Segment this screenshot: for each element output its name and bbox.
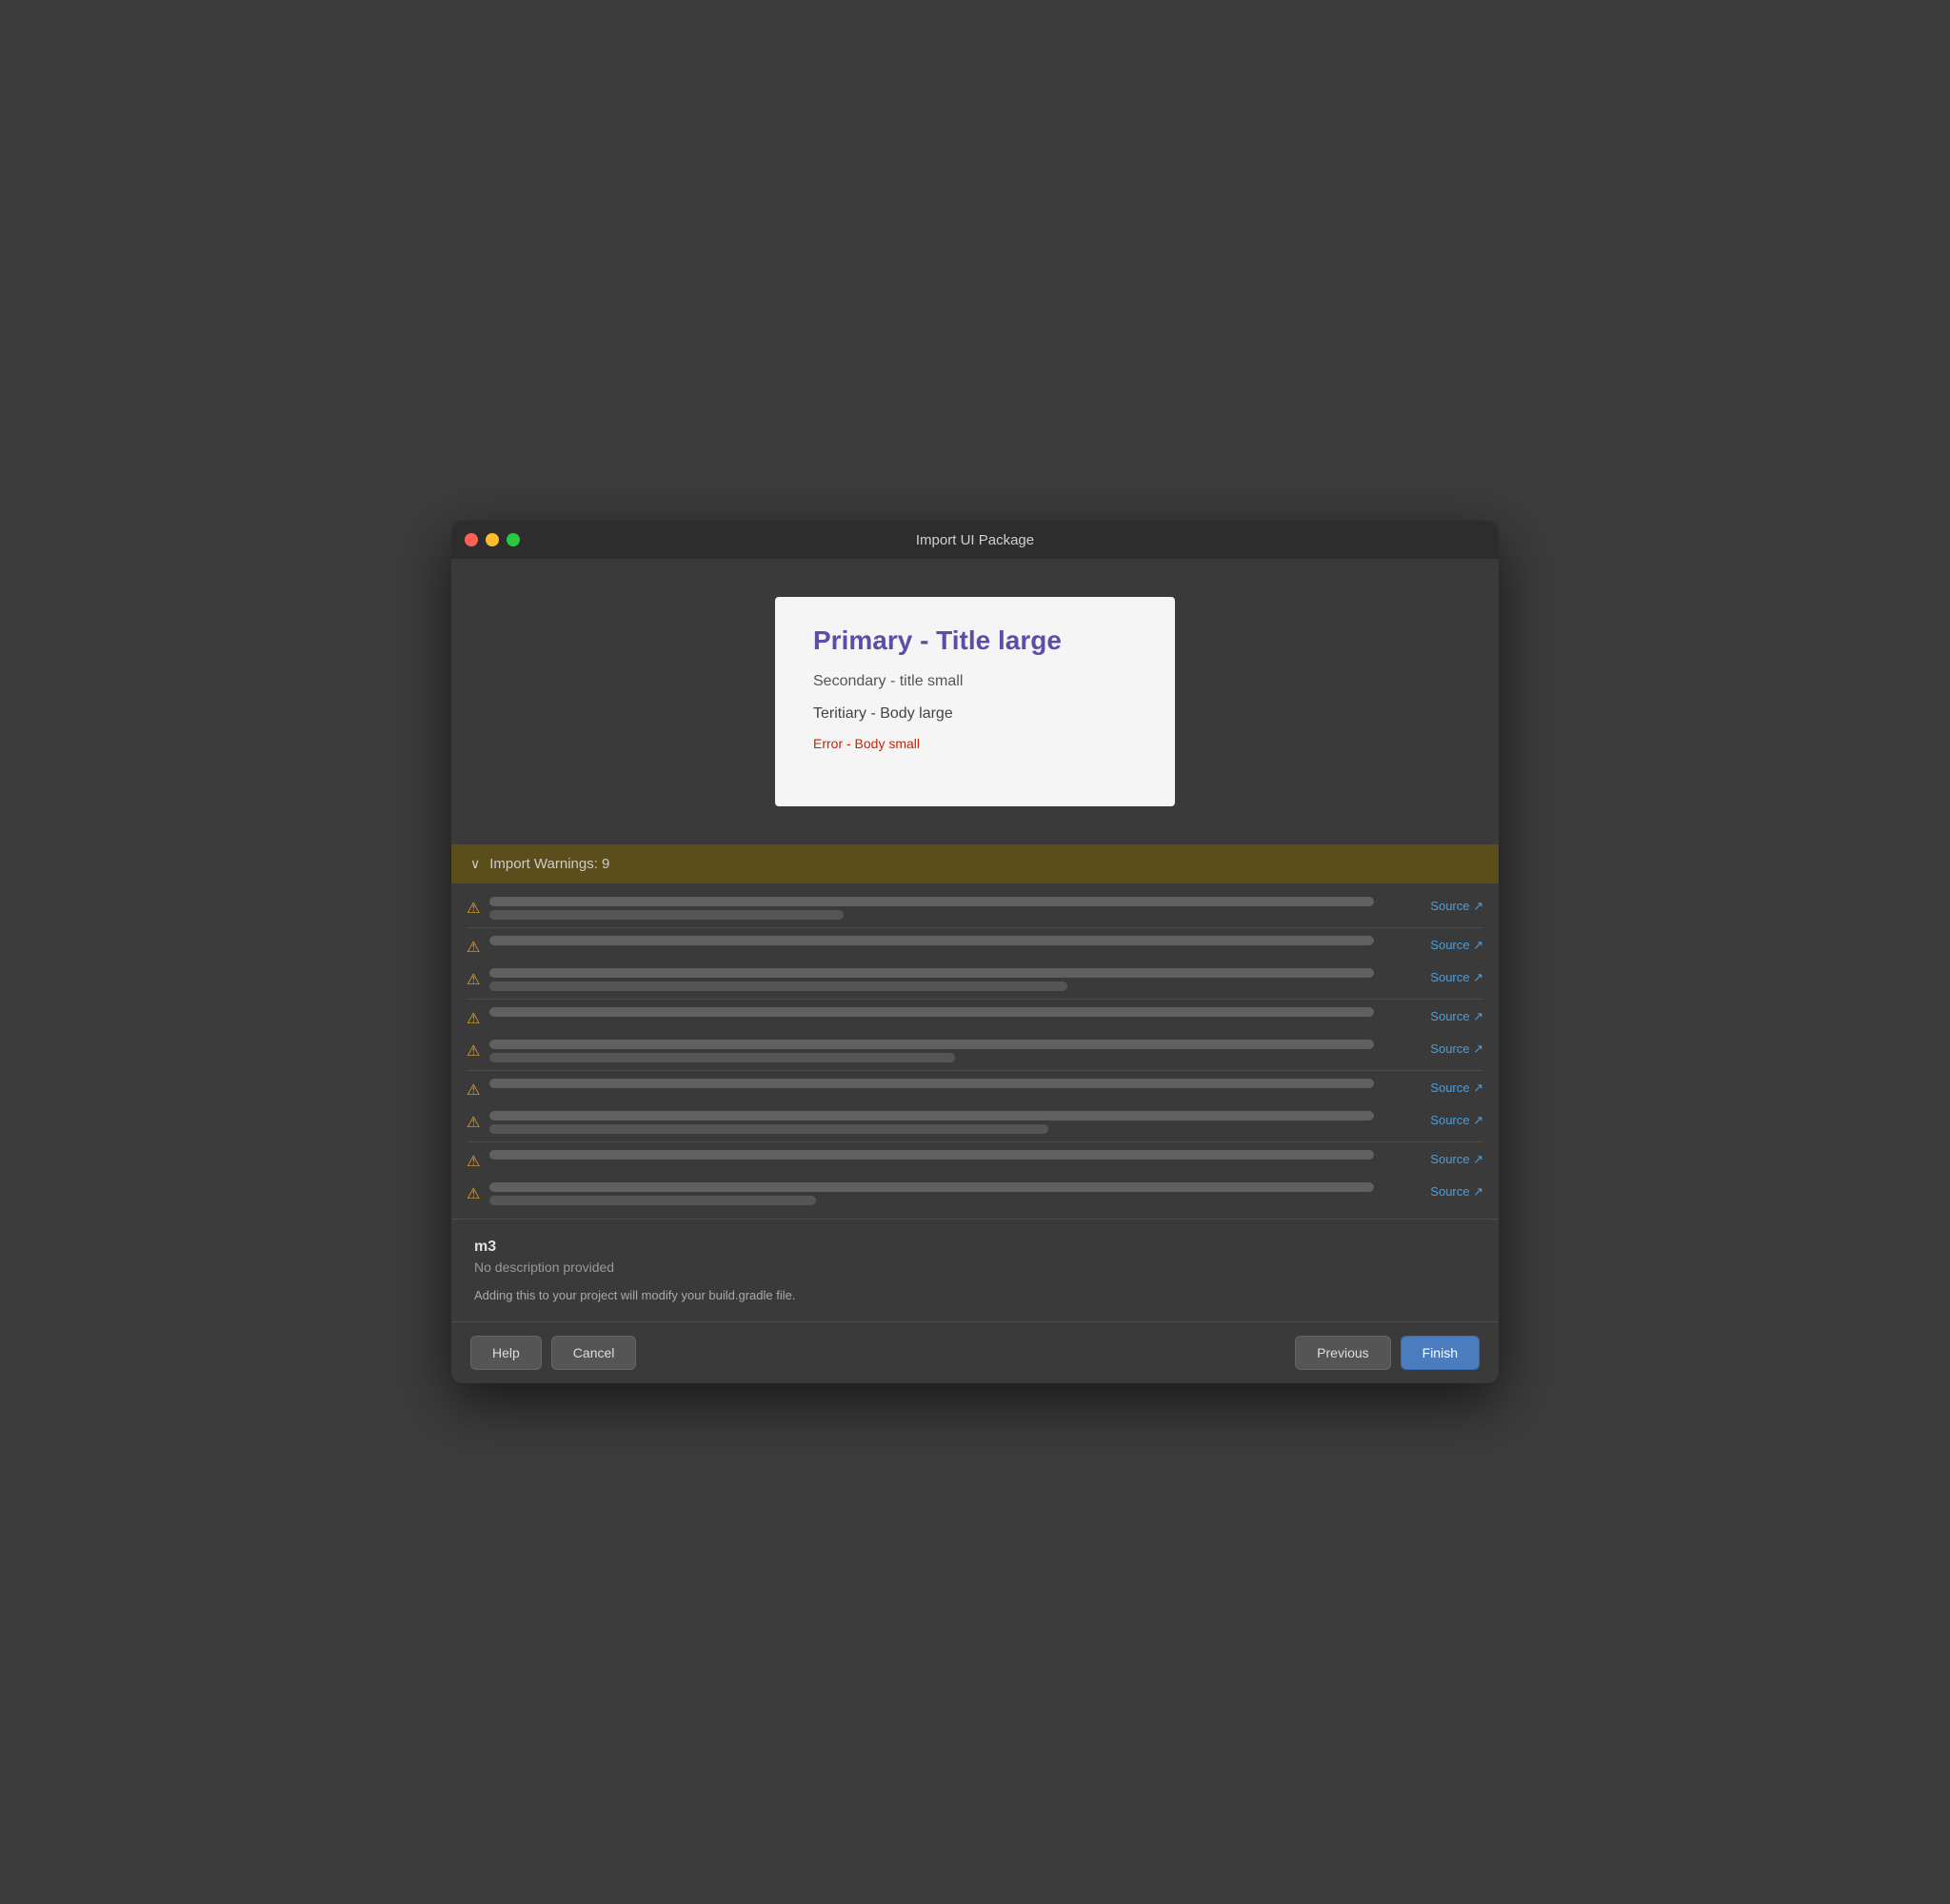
warning-bar-main	[489, 1111, 1374, 1121]
warning-icon: ⚠	[467, 1009, 480, 1028]
finish-button[interactable]: Finish	[1401, 1336, 1480, 1370]
warning-content	[489, 1040, 1421, 1062]
info-note: Adding this to your project will modify …	[474, 1288, 1476, 1302]
warnings-title: Import Warnings: 9	[489, 856, 609, 872]
warning-bar-sub	[489, 1124, 1048, 1134]
warning-content	[489, 1150, 1421, 1160]
warnings-header[interactable]: ∨ Import Warnings: 9	[451, 844, 1499, 883]
warning-bar-main	[489, 1007, 1374, 1017]
bottom-left-actions: Help Cancel	[470, 1336, 636, 1370]
minimize-button[interactable]	[486, 533, 499, 546]
warning-content	[489, 968, 1421, 991]
preview-error-text: Error - Body small	[813, 736, 1137, 751]
warning-bar-main	[489, 1079, 1374, 1088]
warnings-list: ⚠ Source ↗ ⚠ Source ↗ ⚠ Source ↗	[451, 883, 1499, 1219]
warning-icon: ⚠	[467, 1152, 480, 1171]
source-link[interactable]: Source ↗	[1430, 1040, 1483, 1057]
list-item: ⚠ Source ↗	[467, 891, 1483, 925]
cancel-button[interactable]: Cancel	[551, 1336, 637, 1370]
titlebar: Import UI Package	[451, 521, 1499, 559]
chevron-icon: ∨	[470, 856, 480, 872]
warning-bar-sub	[489, 910, 844, 920]
bottom-bar: Help Cancel Previous Finish	[451, 1321, 1499, 1383]
bottom-right-actions: Previous Finish	[1295, 1336, 1480, 1370]
list-item: ⚠ Source ↗	[467, 1073, 1483, 1105]
main-window: Import UI Package Primary - Title large …	[451, 521, 1499, 1383]
maximize-button[interactable]	[507, 533, 520, 546]
warning-icon: ⚠	[467, 970, 480, 989]
warning-content	[489, 1007, 1421, 1017]
info-section: m3 No description provided Adding this t…	[451, 1219, 1499, 1321]
source-link[interactable]: Source ↗	[1430, 1111, 1483, 1128]
window-title: Import UI Package	[916, 532, 1034, 548]
list-item: ⚠ Source ↗	[467, 930, 1483, 962]
package-name: m3	[474, 1239, 1476, 1256]
warning-bar-sub	[489, 1196, 815, 1205]
warning-bar-sub	[489, 982, 1066, 991]
previous-button[interactable]: Previous	[1295, 1336, 1390, 1370]
warning-bar-main	[489, 936, 1374, 945]
warning-bar-main	[489, 1150, 1374, 1160]
list-item: ⚠ Source ↗	[467, 1177, 1483, 1211]
warning-content	[489, 936, 1421, 945]
help-button[interactable]: Help	[470, 1336, 542, 1370]
source-link[interactable]: Source ↗	[1430, 968, 1483, 985]
warning-bar-sub	[489, 1053, 955, 1062]
warning-icon: ⚠	[467, 938, 480, 957]
warning-icon: ⚠	[467, 1081, 480, 1100]
divider	[467, 927, 1483, 928]
preview-primary-title: Primary - Title large	[813, 625, 1137, 656]
divider	[467, 1070, 1483, 1071]
warning-content	[489, 1182, 1421, 1205]
warning-bar-main	[489, 968, 1374, 978]
preview-secondary-title: Secondary - title small	[813, 673, 1137, 690]
warning-content	[489, 1111, 1421, 1134]
preview-area: Primary - Title large Secondary - title …	[451, 559, 1499, 844]
list-item: ⚠ Source ↗	[467, 1002, 1483, 1034]
warning-content	[489, 897, 1421, 920]
warning-icon: ⚠	[467, 1113, 480, 1132]
warning-bar-main	[489, 1182, 1374, 1192]
list-item: ⚠ Source ↗	[467, 1144, 1483, 1177]
package-description: No description provided	[474, 1259, 1476, 1275]
divider	[467, 999, 1483, 1000]
preview-body-large: Teritiary - Body large	[813, 705, 1137, 723]
source-link[interactable]: Source ↗	[1430, 936, 1483, 953]
list-item: ⚠ Source ↗	[467, 1034, 1483, 1068]
warning-content	[489, 1079, 1421, 1088]
list-item: ⚠ Source ↗	[467, 1105, 1483, 1140]
warning-icon: ⚠	[467, 1041, 480, 1061]
source-link[interactable]: Source ↗	[1430, 1079, 1483, 1096]
list-item: ⚠ Source ↗	[467, 962, 1483, 997]
source-link[interactable]: Source ↗	[1430, 1007, 1483, 1024]
source-link[interactable]: Source ↗	[1430, 1182, 1483, 1200]
preview-card: Primary - Title large Secondary - title …	[775, 597, 1175, 806]
warning-icon: ⚠	[467, 1184, 480, 1203]
source-link[interactable]: Source ↗	[1430, 897, 1483, 914]
warning-icon: ⚠	[467, 899, 480, 918]
close-button[interactable]	[465, 533, 478, 546]
divider	[467, 1141, 1483, 1142]
source-link[interactable]: Source ↗	[1430, 1150, 1483, 1167]
warning-bar-main	[489, 1040, 1374, 1049]
warning-bar-main	[489, 897, 1374, 906]
window-controls	[465, 533, 520, 546]
